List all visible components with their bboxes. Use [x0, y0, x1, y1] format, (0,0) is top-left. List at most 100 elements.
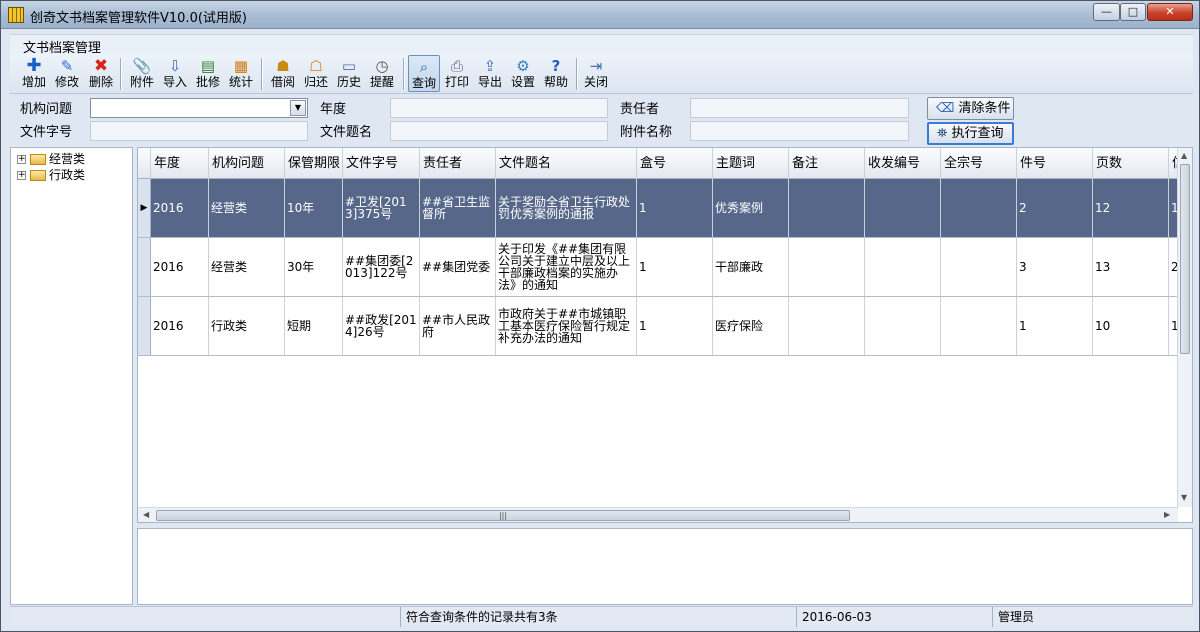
expand-icon[interactable]: +	[17, 171, 26, 180]
chevron-down-icon[interactable]: ▼	[290, 100, 306, 116]
scroll-down-icon[interactable]: ▼	[1181, 493, 1187, 502]
column-header[interactable]: 页数	[1093, 148, 1169, 179]
query-button[interactable]: ⌕ 查询	[408, 55, 440, 92]
toolbar-separator	[576, 58, 577, 90]
vertical-scrollbar[interactable]: ▲ ▼	[1177, 148, 1192, 507]
column-header[interactable]: 文件字号	[343, 148, 420, 179]
org-issue-label: 机构问题	[20, 102, 73, 117]
exit-door-icon: ⇥	[589, 57, 603, 75]
category-tree: + 经营类 + 行政类	[10, 147, 133, 605]
batch-edit-button[interactable]: ▤ 批修	[193, 55, 223, 92]
column-header[interactable]: 年度	[151, 148, 209, 179]
app-window: 创奇文书档案管理软件V10.0(试用版) — □ ✕ 文书档案管理 ✚ 增加 ✎…	[0, 0, 1200, 632]
column-header[interactable]: 主题词	[713, 148, 789, 179]
row-pointer-icon: ▶	[138, 179, 151, 237]
doc-no-input[interactable]	[90, 121, 308, 141]
clear-conditions-button[interactable]: ⌫ 清除条件	[927, 97, 1014, 120]
add-button[interactable]: ✚ 增加	[19, 55, 49, 92]
delete-x-icon: ✖	[93, 56, 109, 76]
column-header[interactable]: 全宗号	[941, 148, 1017, 179]
column-header[interactable]: 机构问题	[209, 148, 285, 179]
column-header[interactable]: 件号	[1017, 148, 1093, 179]
query-panel: 机构问题 ▼ 年度 责任者 文件字号 文件题名 附件名称 ⌫ 清除条件 ⛯ 执行…	[10, 95, 1193, 147]
attachment-name-label: 附件名称	[620, 125, 673, 140]
status-user: 管理员	[992, 607, 1193, 627]
return-icon: ☖	[309, 57, 323, 75]
help-button[interactable]: ? 帮助	[541, 55, 571, 92]
status-date: 2016-06-03	[796, 607, 992, 627]
minimize-button[interactable]: —	[1093, 3, 1120, 21]
import-icon: ⇩	[168, 57, 182, 75]
table-row[interactable]: 2016 经营类 30年 ##集团委[2013]122号 ##集团党委 关于印发…	[138, 238, 1189, 297]
import-button[interactable]: ⇩ 导入	[160, 55, 190, 92]
column-header[interactable]: 盒号	[637, 148, 713, 179]
expand-icon[interactable]: +	[17, 155, 26, 164]
pencil-icon: ✎	[60, 57, 74, 75]
magnifier-icon: ⌕	[419, 58, 429, 76]
execute-query-button[interactable]: ⛯ 执行查询	[927, 122, 1014, 145]
title-bar: 创奇文书档案管理软件V10.0(试用版) — □ ✕	[1, 1, 1199, 29]
tree-node[interactable]: + 经营类	[17, 150, 85, 166]
column-header[interactable]: 收发编号	[865, 148, 941, 179]
maximize-button[interactable]: □	[1120, 3, 1146, 21]
responsible-input[interactable]	[690, 98, 909, 118]
table-row[interactable]: ▶ 2016 经营类 10年 #卫发[2013]375号 ##省卫生监督所 关于…	[138, 179, 1189, 238]
clock-icon: ◷	[375, 57, 389, 75]
statistics-button[interactable]: ▦ 统计	[226, 55, 256, 92]
delete-button[interactable]: ✖ 删除	[86, 55, 116, 92]
toolbar: ✚ 增加 ✎ 修改 ✖ 删除 📎 附件 ⇩ 导入 ▤ 批修 ▦ 统计 ☗ 借阅 …	[10, 54, 1193, 94]
column-header[interactable]: 文件题名	[496, 148, 637, 179]
history-button[interactable]: ▭ 历史	[334, 55, 364, 92]
statistics-icon: ▦	[233, 57, 249, 75]
remind-button[interactable]: ◷ 提醒	[367, 55, 397, 92]
column-header[interactable]: 责任者	[420, 148, 496, 179]
year-label: 年度	[320, 102, 347, 117]
menu-bar: 文书档案管理	[10, 34, 1193, 56]
column-header[interactable]: 备注	[789, 148, 865, 179]
doc-no-label: 文件字号	[20, 125, 73, 140]
grid-header: 年度 机构问题 保管期限 文件字号 责任者 文件题名 盒号 主题词 备注 收发编…	[138, 148, 1189, 179]
return-button[interactable]: ☖ 归还	[301, 55, 331, 92]
export-button[interactable]: ⇪ 导出	[475, 55, 505, 92]
org-issue-select[interactable]: ▼	[90, 98, 308, 118]
plus-icon: ✚	[26, 55, 42, 76]
scroll-thumb[interactable]	[1180, 164, 1190, 354]
gear-icon: ⚙	[516, 57, 530, 75]
close-module-button[interactable]: ⇥ 关闭	[581, 55, 611, 92]
doc-title-label: 文件题名	[320, 125, 373, 140]
status-bar: 符合查询条件的记录共有3条 2016-06-03 管理员	[10, 606, 1193, 627]
scroll-thumb[interactable]: |||	[156, 510, 850, 521]
attachment-name-input[interactable]	[690, 121, 909, 141]
document-icon: ▭	[341, 57, 357, 75]
close-window-button[interactable]: ✕	[1147, 3, 1193, 21]
record-count: 符合查询条件的记录共有3条	[400, 607, 796, 627]
attachment-button[interactable]: 📎 附件	[127, 55, 157, 92]
settings-button[interactable]: ⚙ 设置	[508, 55, 538, 92]
toolbar-separator	[403, 58, 404, 90]
scroll-left-icon[interactable]: ◀	[143, 510, 149, 519]
horizontal-scrollbar[interactable]: ◀ ||| ▶	[138, 507, 1178, 522]
responsible-label: 责任者	[620, 102, 660, 117]
scroll-up-icon[interactable]: ▲	[1181, 151, 1187, 160]
paperclip-icon: 📎	[132, 57, 152, 75]
detail-panel	[137, 528, 1193, 605]
borrow-icon: ☗	[276, 57, 290, 75]
export-icon: ⇪	[483, 57, 497, 75]
folder-icon	[30, 154, 46, 165]
printer-icon: ⎙	[450, 57, 463, 75]
folder-icon	[30, 170, 46, 181]
edit-button[interactable]: ✎ 修改	[52, 55, 82, 92]
toolbar-separator	[120, 58, 121, 90]
app-logo-icon	[8, 7, 24, 23]
print-button[interactable]: ⎙ 打印	[442, 55, 472, 92]
column-header[interactable]: 保管期限	[285, 148, 343, 179]
binoculars-icon: ⛯	[937, 126, 948, 141]
scroll-right-icon[interactable]: ▶	[1164, 510, 1170, 519]
table-row[interactable]: 2016 行政类 短期 ##政发[2014]26号 ##市人民政府 市政府关于#…	[138, 297, 1189, 356]
records-grid: 年度 机构问题 保管期限 文件字号 责任者 文件题名 盒号 主题词 备注 收发编…	[137, 147, 1193, 523]
borrow-button[interactable]: ☗ 借阅	[268, 55, 298, 92]
toolbar-separator	[261, 58, 262, 90]
doc-title-input[interactable]	[390, 121, 608, 141]
tree-node[interactable]: + 行政类	[17, 166, 85, 182]
year-input[interactable]	[390, 98, 608, 118]
